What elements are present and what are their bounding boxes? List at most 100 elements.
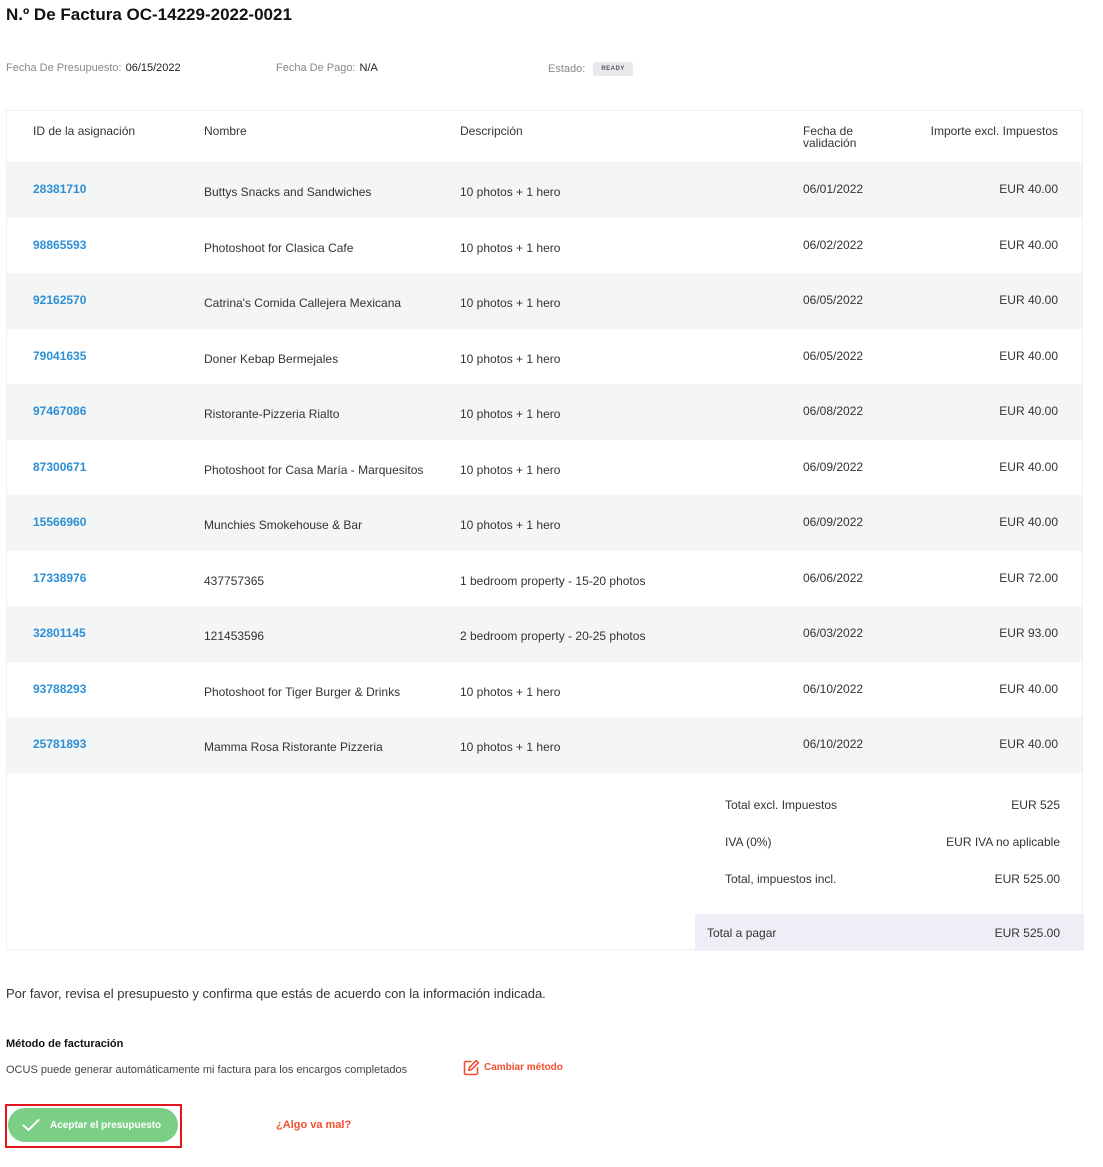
assignment-description: 10 photos + 1 hero	[460, 684, 561, 699]
validation-date: 06/02/2022	[803, 237, 864, 252]
billing-method-title: Método de facturación	[6, 1038, 124, 1050]
total-incl-label: Total, impuestos incl.	[725, 872, 837, 886]
assignment-name: Buttys Snacks and Sandwiches	[204, 185, 372, 199]
assignment-description: 10 photos + 1 hero	[460, 296, 561, 310]
payment-date-label: Fecha De Pago:	[276, 62, 356, 74]
validation-date: 06/05/2022	[803, 293, 864, 307]
assignment-name: 437757365	[204, 573, 265, 588]
table-row: 93788293 Photoshoot for Tiger Burger & Dr…	[7, 662, 1082, 718]
assignment-description: 10 photos + 1 hero	[460, 240, 561, 255]
table-row: 15566960 Munchies Smokehouse & Bar 10 phot…	[7, 495, 1082, 551]
to-pay-label: Total a pagar	[707, 926, 777, 940]
assignment-id-link[interactable]: 25781893	[33, 737, 86, 751]
subtotal-label: Total excl. Impuestos	[725, 798, 838, 812]
something-wrong-link[interactable]: ¿Algo va mal?	[276, 1119, 351, 1131]
assignment-name: Photoshoot for Casa María - Marquesitos	[204, 462, 424, 477]
budget-date: Fecha De Presupuesto: 06/15/2022	[6, 62, 181, 74]
total-incl-value: EUR 525.00	[994, 872, 1060, 886]
assignment-description: 10 photos + 1 hero	[460, 185, 561, 199]
assignment-name: Photoshoot for Clasica Cafe	[204, 240, 354, 255]
table-row: 25781893 Mamma Rosa Ristorante Pizzeria 10…	[7, 717, 1082, 773]
status-badge: READY	[593, 62, 633, 76]
validation-date: 06/03/2022	[803, 626, 864, 640]
page-title: N.º De Factura OC-14229-2022-0021	[6, 5, 292, 24]
status-label: Estado:	[548, 62, 586, 75]
validation-date: 06/10/2022	[803, 681, 864, 696]
summary-subtotal: Total excl. Impuestos EUR 525	[695, 786, 1084, 823]
assignment-id-link[interactable]: 15566960	[33, 515, 86, 529]
col-header-validation-date-line2: validación	[803, 136, 857, 150]
review-note: Por favor, revisa el presupuesto y confi…	[6, 986, 546, 1001]
vat-value: EUR IVA no aplicable	[946, 835, 1060, 849]
assignment-id-link[interactable]: 97467086	[33, 404, 86, 418]
assignment-description: 1 bedroom property - 15-20 photos	[460, 573, 646, 588]
amount-excl-tax: EUR 40.00	[999, 459, 1058, 474]
col-header-id: ID de la asignación	[33, 124, 136, 138]
assignment-name: Mamma Rosa Ristorante Pizzeria	[204, 740, 383, 754]
table-header: ID de la asignación Nombre Descripción F…	[7, 111, 1082, 162]
table-row: 17338976 437757365 1 bedroom property - 15…	[7, 551, 1082, 607]
edit-icon	[463, 1059, 480, 1076]
to-pay-value: EUR 525.00	[994, 926, 1060, 940]
assignment-id-link[interactable]: 93788293	[33, 682, 86, 696]
assignments-table: ID de la asignación Nombre Descripción F…	[6, 110, 1084, 951]
amount-excl-tax: EUR 40.00	[999, 293, 1058, 307]
billing-method-text: OCUS puede generar automáticamente mi fa…	[6, 1064, 408, 1076]
validation-date: 06/01/2022	[803, 182, 864, 196]
assignment-id-link[interactable]: 79041635	[33, 349, 86, 363]
assignment-description: 10 photos + 1 hero	[460, 407, 561, 421]
assignment-name: Munchies Smokehouse & Bar	[204, 518, 363, 532]
validation-date: 06/09/2022	[803, 459, 864, 474]
summary-total-incl: Total, impuestos incl. EUR 525.00	[695, 860, 1084, 897]
assignment-name: Photoshoot for Tiger Burger & Drinks	[204, 684, 401, 699]
table-row: 97467086 Ristorante-Pizzeria Rialto 10 pho…	[7, 384, 1082, 440]
validation-date: 06/08/2022	[803, 404, 864, 418]
col-header-amount: Importe excl. Impuestos	[930, 124, 1058, 138]
amount-excl-tax: EUR 40.00	[999, 737, 1058, 751]
accept-budget-button[interactable]: Aceptar el presupuesto	[8, 1108, 178, 1142]
summary-to-pay: Total a pagar EUR 525.00	[695, 914, 1084, 951]
assignment-name: Catrina's Comida Callejera Mexicana	[204, 296, 402, 310]
payment-date: Fecha De Pago: N/A	[276, 62, 378, 74]
assignment-description: 2 bedroom property - 20-25 photos	[460, 629, 646, 643]
budget-date-label: Fecha De Presupuesto:	[6, 62, 122, 74]
assignment-id-link[interactable]: 87300671	[33, 460, 86, 474]
payment-date-value: N/A	[359, 62, 378, 74]
amount-excl-tax: EUR 40.00	[999, 182, 1058, 196]
assignment-id-link[interactable]: 32801145	[33, 626, 86, 640]
assignment-name: Ristorante-Pizzeria Rialto	[204, 407, 340, 421]
validation-date: 06/05/2022	[803, 348, 864, 363]
assignment-id-link[interactable]: 92162570	[33, 293, 86, 307]
validation-date: 06/06/2022	[803, 570, 864, 585]
accept-budget-label: Aceptar el presupuesto	[50, 1119, 162, 1131]
assignment-description: 10 photos + 1 hero	[460, 351, 561, 366]
amount-excl-tax: EUR 40.00	[999, 237, 1058, 252]
assignment-id-link[interactable]: 28381710	[33, 182, 86, 196]
assignment-description: 10 photos + 1 hero	[460, 462, 561, 477]
table-row: 87300671 Photoshoot for Casa María - Marq…	[7, 440, 1082, 496]
table-row: 98865593 Photoshoot for Clasica Cafe 10 ph…	[7, 218, 1082, 274]
subtotal-value: EUR 525	[1011, 798, 1060, 812]
validation-date: 06/10/2022	[803, 737, 864, 751]
assignment-id-link[interactable]: 17338976	[33, 571, 86, 585]
vat-label: IVA (0%)	[725, 835, 772, 849]
amount-excl-tax: EUR 40.00	[999, 404, 1058, 418]
status: Estado: READY	[548, 62, 633, 76]
amount-excl-tax: EUR 40.00	[999, 515, 1058, 529]
validation-date: 06/09/2022	[803, 515, 864, 529]
amount-excl-tax: EUR 93.00	[999, 626, 1058, 640]
amount-excl-tax: EUR 72.00	[999, 570, 1058, 585]
table-row: 32801145 121453596 2 bedroom property - 20…	[7, 606, 1082, 662]
table-row: 79041635 Doner Kebap Bermejales 10 photos …	[7, 329, 1082, 385]
col-header-description: Descripción	[460, 124, 523, 138]
summary-vat: IVA (0%) EUR IVA no aplicable	[695, 823, 1084, 860]
assignment-name: Doner Kebap Bermejales	[204, 351, 339, 366]
amount-excl-tax: EUR 40.00	[999, 681, 1058, 696]
assignment-id-link[interactable]: 98865593	[33, 238, 86, 252]
change-method-link[interactable]: Cambiar método	[463, 1059, 563, 1076]
col-header-validation-date: Fecha de validación	[803, 125, 856, 149]
amount-excl-tax: EUR 40.00	[999, 348, 1058, 363]
table-row: 28381710 Buttys Snacks and Sandwiches 10 p…	[7, 162, 1082, 218]
change-method-label: Cambiar método	[484, 1062, 563, 1073]
col-header-name: Nombre	[204, 124, 247, 138]
